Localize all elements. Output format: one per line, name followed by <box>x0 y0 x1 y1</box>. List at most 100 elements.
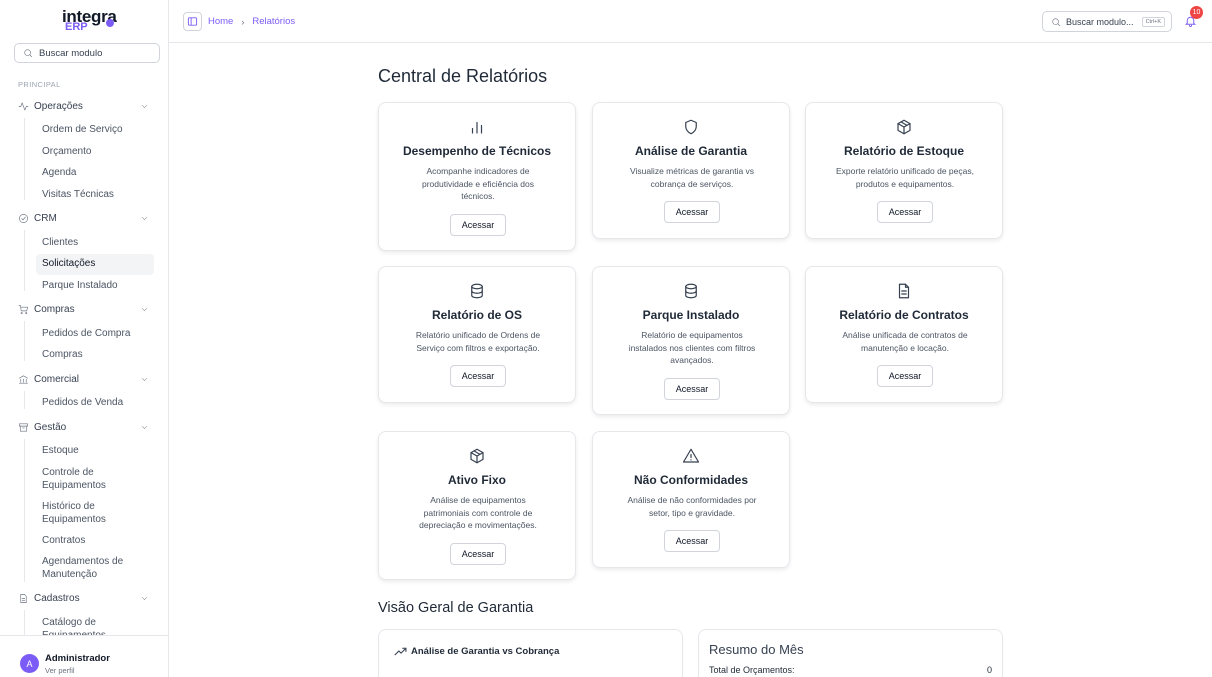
brand-logo[interactable]: integra ERP <box>62 7 122 33</box>
nav-tree-line <box>24 391 25 409</box>
access-button[interactable]: Acessar <box>664 530 720 552</box>
user-profile[interactable]: A Administrador Ver perfil <box>0 635 169 677</box>
sidebar-item-pedidos-de-venda[interactable]: Pedidos de Venda <box>42 397 152 410</box>
access-button[interactable]: Acessar <box>664 201 720 223</box>
sidebar-item-agenda[interactable]: Agenda <box>42 167 152 180</box>
report-card-analise-garantia: Análise de Garantia Visualize métricas d… <box>592 102 790 239</box>
card-title: Relatório de Estoque <box>843 144 965 158</box>
package-icon <box>470 448 484 464</box>
chevron-down-icon <box>141 378 148 381</box>
card-title: Relatório de OS <box>431 308 523 322</box>
sidebar-item-controle-de-equipamentos[interactable]: Controle de Equipamentos <box>42 467 152 492</box>
report-card-relatorio-os: Relatório de OS Relatório unificado de O… <box>378 266 576 403</box>
access-button[interactable]: Acessar <box>450 365 506 387</box>
sidebar-item-catalogo-de-equipamentos[interactable]: Catálogo de Equipamentos <box>42 617 152 636</box>
card-title: Desempenho de Técnicos <box>402 144 552 158</box>
month-summary-panel: Resumo do Mês Total de Orçamentos: 0 <box>698 629 1003 677</box>
card-title: Não Conformidades <box>633 473 748 487</box>
nav-tree-line <box>24 439 25 582</box>
sidebar-item-ordem-de-servico[interactable]: Ordem de Serviço <box>42 124 152 137</box>
nav-group-label: CRM <box>34 213 57 224</box>
topbar: Home › Relatórios Buscar modulo... Ctrl+… <box>169 0 1212 43</box>
user-profile-link[interactable]: Ver perfil <box>45 666 75 675</box>
bank-icon <box>19 375 28 384</box>
sidebar-item-visitas-tecnicas[interactable]: Visitas Técnicas <box>42 189 152 202</box>
nav-group-gestao[interactable]: Gestão <box>18 422 154 433</box>
sidebar-item-solicitacoes[interactable]: Solicitações <box>36 254 154 275</box>
user-name: Administrador <box>45 653 110 664</box>
card-title: Parque Instalado <box>642 308 740 322</box>
summary-title: Resumo do Mês <box>709 642 804 657</box>
report-card-desempenho-tecnicos: Desempenho de Técnicos Acompanhe indicad… <box>378 102 576 251</box>
sidebar-item-parque-instalado[interactable]: Parque Instalado <box>42 280 152 293</box>
chevron-right-icon: › <box>241 16 245 27</box>
sidebar-item-historico-de-equipamentos[interactable]: Histórico de Equipamentos <box>42 501 152 526</box>
card-description: Visualize métricas de garantia vs cobran… <box>629 166 755 189</box>
avatar[interactable]: A <box>20 654 39 673</box>
card-description: Exporte relatório unificado de peças, pr… <box>836 166 974 189</box>
card-description: Análise de equipamentos patrimoniais com… <box>419 495 537 530</box>
nav-tree-line <box>24 118 25 200</box>
access-button[interactable]: Acessar <box>877 201 933 223</box>
database-icon <box>471 283 483 299</box>
brand-suffix: ERP <box>65 21 88 33</box>
bar-chart-icon <box>471 121 483 134</box>
access-button[interactable]: Acessar <box>450 214 506 236</box>
report-card-parque-instalado: Parque Instalado Relatório de equipament… <box>592 266 790 415</box>
database-icon <box>685 283 697 299</box>
sidebar-item-agendamentos-de-manutencao[interactable]: Agendamentos de Manutenção <box>42 556 152 581</box>
nav-tree-line <box>24 321 25 361</box>
report-card-relatorio-contratos: Relatório de Contratos Análise unificada… <box>805 266 1003 403</box>
card-description: Acompanhe indicadores de produtividade e… <box>422 166 534 201</box>
nav-group-cadastros[interactable]: Cadastros <box>18 593 154 604</box>
sidebar-item-orcamento[interactable]: Orçamento <box>42 146 152 159</box>
chevron-down-icon <box>141 426 148 429</box>
chevron-down-icon <box>141 308 148 311</box>
shield-icon <box>685 119 697 135</box>
card-description: Relatório de equipamentos instalados nos… <box>628 330 756 365</box>
trending-up-icon <box>394 647 407 656</box>
breadcrumb: Home › Relatórios <box>208 16 295 27</box>
sidebar-item-pedidos-de-compra[interactable]: Pedidos de Compra <box>42 328 152 341</box>
package-icon <box>897 119 911 135</box>
report-card-nao-conformidades: Não Conformidades Análise de não conform… <box>592 431 790 568</box>
page-title: Central de Relatórios <box>378 66 548 86</box>
notification-badge: 10 <box>1190 6 1203 19</box>
access-button[interactable]: Acessar <box>877 365 933 387</box>
nav-group-label: Comercial <box>34 374 80 385</box>
check-circle-icon <box>19 214 28 223</box>
archive-icon <box>19 423 28 432</box>
cart-icon <box>18 305 28 315</box>
top-search-input[interactable]: Buscar modulo... Ctrl+K <box>1042 11 1172 32</box>
sidebar-search-input[interactable]: Buscar modulo <box>14 43 160 63</box>
chevron-down-icon <box>141 105 148 108</box>
sidebar-nav: integra ERP Buscar modulo PRINCIPAL Oper… <box>0 0 169 636</box>
nav-group-label: Cadastros <box>34 593 80 604</box>
nav-group-operacoes[interactable]: Operações <box>18 101 154 112</box>
card-title: Análise de Garantia <box>634 144 748 158</box>
nav-group-label: Operações <box>34 101 83 112</box>
sidebar-toggle-button[interactable] <box>183 12 202 31</box>
sidebar-item-contratos[interactable]: Contratos <box>42 535 152 548</box>
warning-icon <box>682 448 700 463</box>
warranty-chart-panel: Análise de Garantia vs Cobrança <box>378 629 683 677</box>
top-search-placeholder: Buscar modulo... <box>1066 16 1134 27</box>
search-icon <box>24 49 33 58</box>
chevron-down-icon <box>141 217 148 220</box>
access-button[interactable]: Acessar <box>664 378 720 400</box>
nav-group-label: Compras <box>34 304 75 315</box>
nav-group-comercial[interactable]: Comercial <box>18 374 154 385</box>
access-button[interactable]: Acessar <box>450 543 506 565</box>
sidebar-item-estoque[interactable]: Estoque <box>42 445 152 458</box>
nav-tree-line <box>24 610 25 636</box>
breadcrumb-home[interactable]: Home <box>208 16 233 27</box>
sidebar-item-clientes[interactable]: Clientes <box>42 237 152 250</box>
summary-row-label: Total de Orçamentos: <box>709 665 795 675</box>
nav-group-crm[interactable]: CRM <box>18 213 154 224</box>
shortcut-hint: Ctrl+K <box>1141 17 1165 27</box>
activity-icon <box>18 102 29 111</box>
chevron-down-icon <box>141 597 148 600</box>
sidebar-item-compras[interactable]: Compras <box>42 349 152 362</box>
nav-tree-line <box>24 230 25 291</box>
nav-group-compras[interactable]: Compras <box>18 304 154 315</box>
